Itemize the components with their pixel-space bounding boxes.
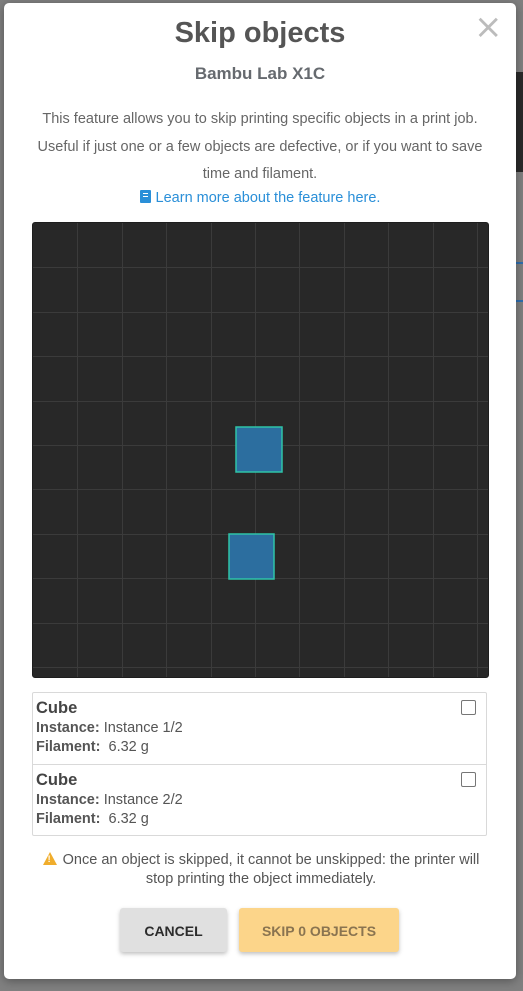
filament-value: 6.32 g xyxy=(108,811,149,827)
build-plate-preview xyxy=(32,222,489,678)
warning-icon xyxy=(42,852,57,865)
filament-value: 6.32 g xyxy=(108,739,149,755)
object-instance-1[interactable] xyxy=(235,426,283,473)
filament-label: Filament: xyxy=(36,811,101,827)
warning-text: Once an object is skipped, it cannot be … xyxy=(62,852,480,887)
skip-checkbox-2[interactable] xyxy=(461,772,476,787)
learn-more-link[interactable]: Learn more about the feature here. xyxy=(4,190,516,206)
printer-name: Bambu Lab X1C xyxy=(194,64,326,83)
filament-line: Filament: 6.32 g xyxy=(36,810,486,829)
object-list: Cube Instance: Instance 1/2 Filament: 6.… xyxy=(32,692,487,836)
filament-label: Filament: xyxy=(36,739,101,755)
skip-checkbox-1[interactable] xyxy=(461,700,476,715)
cancel-button[interactable]: CANCEL xyxy=(120,908,227,952)
instance-value: Instance 2/2 xyxy=(103,792,183,808)
object-name: Cube xyxy=(36,771,78,789)
feature-description: This feature allows you to skip printing… xyxy=(37,111,483,182)
instance-label: Instance: xyxy=(36,720,100,736)
instance-value: Instance 1/2 xyxy=(103,720,183,736)
object-instance-2[interactable] xyxy=(228,533,275,580)
skip-objects-button[interactable]: SKIP 0 OBJECTS xyxy=(239,908,399,952)
skip-warning: Once an object is skipped, it cannot be … xyxy=(34,851,488,889)
build-plate-canvas xyxy=(33,223,488,677)
object-name: Cube xyxy=(36,699,78,717)
object-row-2: Cube Instance: Instance 2/2 Filament: 6.… xyxy=(33,764,486,835)
object-row-1: Cube Instance: Instance 1/2 Filament: 6.… xyxy=(33,693,486,764)
skip-objects-dialog: × Skip objects Bambu Lab X1C This featur… xyxy=(4,3,516,979)
filament-line: Filament: 6.32 g xyxy=(36,738,486,757)
dialog-title: Skip objects xyxy=(174,17,346,49)
book-icon xyxy=(139,190,151,203)
instance-line: Instance: Instance 1/2 xyxy=(36,719,486,738)
background-tab xyxy=(515,262,523,302)
instance-label: Instance: xyxy=(36,792,100,808)
instance-line: Instance: Instance 2/2 xyxy=(36,791,486,810)
learn-more-label: Learn more about the feature here. xyxy=(155,190,381,206)
